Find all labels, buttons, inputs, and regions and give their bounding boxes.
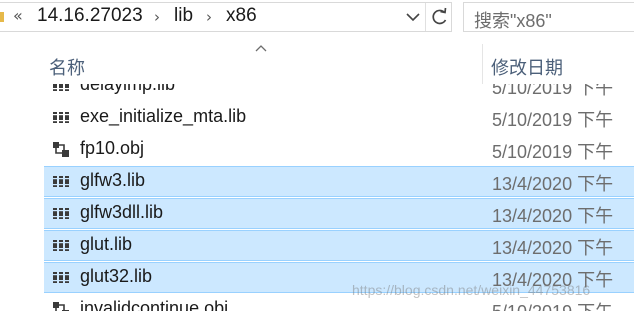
column-header-date-modified[interactable]: 修改日期 bbox=[483, 44, 634, 84]
file-name: glut32.lib bbox=[80, 266, 153, 286]
file-name: glut.lib bbox=[80, 234, 133, 254]
chevron-down-icon[interactable] bbox=[402, 6, 424, 28]
column-header-name[interactable]: 名称 bbox=[44, 44, 482, 84]
file-date: 13/4/2020 下午 bbox=[492, 174, 614, 194]
file-row[interactable]: delayimp.lib 5/10/2019 下午 bbox=[0, 84, 634, 101]
watermark: https://blog.csdn.net/weixin_44753816 bbox=[352, 282, 591, 298]
file-date: 5/10/2019 下午 bbox=[492, 298, 613, 311]
library-file-icon bbox=[52, 236, 70, 254]
object-file-icon bbox=[52, 140, 70, 158]
file-name: glfw3.lib bbox=[80, 170, 146, 190]
file-row[interactable]: exe_initialize_mta.lib 5/10/2019 下午 bbox=[0, 102, 634, 133]
file-date: 5/10/2019 下午 bbox=[492, 142, 614, 162]
library-file-icon bbox=[52, 268, 70, 286]
file-name: delayimp.lib bbox=[80, 84, 176, 94]
file-row-selected[interactable]: glut.lib 13/4/2020 下午 bbox=[0, 230, 634, 261]
breadcrumb-overflow-button[interactable]: « bbox=[13, 6, 23, 25]
object-file-icon bbox=[52, 300, 70, 311]
file-date: 5/10/2019 下午 bbox=[492, 84, 614, 98]
file-list: delayimp.lib 5/10/2019 下午 exe_initialize… bbox=[0, 84, 634, 311]
file-name: glfw3dll.lib bbox=[80, 202, 164, 222]
refresh-button[interactable] bbox=[425, 3, 453, 31]
library-file-icon bbox=[52, 108, 70, 126]
breadcrumb-chevron-icon[interactable]: › bbox=[206, 8, 212, 26]
file-date: 13/4/2020 下午 bbox=[492, 206, 614, 226]
file-name: fp10.obj bbox=[80, 138, 145, 158]
breadcrumb-item-x86[interactable]: x86 bbox=[226, 5, 257, 27]
file-name: invalidcontinue.obj bbox=[80, 298, 229, 311]
refresh-icon bbox=[432, 7, 447, 25]
file-row-selected[interactable]: glfw3dll.lib 13/4/2020 下午 bbox=[0, 198, 634, 229]
search-input[interactable]: 搜索"x86" bbox=[463, 2, 634, 32]
library-file-icon bbox=[52, 172, 70, 190]
file-row-selected[interactable]: glfw3.lib 13/4/2020 下午 bbox=[0, 166, 634, 197]
breadcrumb-chevron-icon[interactable]: › bbox=[154, 8, 160, 26]
file-date: 5/10/2019 下午 bbox=[492, 110, 614, 130]
column-header-date-label: 修改日期 bbox=[491, 58, 563, 78]
search-placeholder: 搜索"x86" bbox=[474, 11, 552, 31]
file-row[interactable]: fp10.obj 5/10/2019 下午 bbox=[0, 134, 634, 165]
file-name: exe_initialize_mta.lib bbox=[80, 106, 247, 126]
breadcrumb-item-lib[interactable]: lib bbox=[174, 5, 193, 27]
library-file-icon bbox=[52, 204, 70, 222]
breadcrumb-item-14-16-27023[interactable]: 14.16.27023 bbox=[37, 5, 143, 27]
address-bar: « 14.16.27023 › lib › x86 搜索"x86" bbox=[0, 0, 634, 36]
folder-icon bbox=[0, 12, 4, 22]
column-header-name-label: 名称 bbox=[49, 58, 85, 78]
file-date: 13/4/2020 下午 bbox=[492, 238, 614, 258]
library-file-icon bbox=[52, 84, 70, 94]
